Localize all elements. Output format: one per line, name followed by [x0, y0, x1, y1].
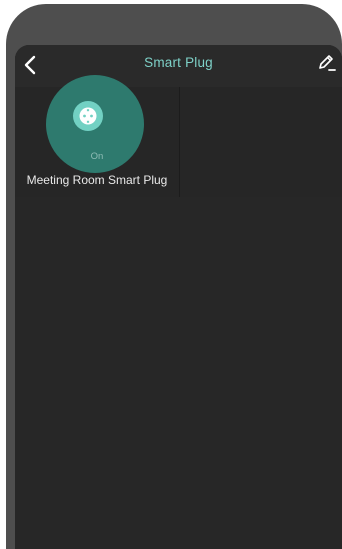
empty-tile [180, 87, 342, 197]
app-screen: Smart Plug On Meeting Room Smart Plug [15, 45, 342, 549]
edit-button[interactable] [316, 51, 338, 75]
device-tile[interactable]: On Meeting Room Smart Plug [15, 75, 180, 197]
content-area [15, 197, 342, 549]
back-button[interactable] [19, 51, 45, 79]
device-name: Meeting Room Smart Plug [26, 173, 168, 187]
top-navigation-bar: Smart Plug [15, 45, 342, 87]
device-power-button[interactable] [73, 101, 103, 131]
outlet-icon [79, 107, 97, 125]
device-grid: On Meeting Room Smart Plug [15, 75, 342, 197]
pencil-icon [319, 55, 336, 71]
chevron-left-icon [24, 55, 36, 75]
device-status: On [90, 151, 104, 162]
page-title: Smart Plug [144, 55, 213, 70]
app-stage: Smart Plug On Meeting Room Smart Plug [0, 0, 342, 549]
